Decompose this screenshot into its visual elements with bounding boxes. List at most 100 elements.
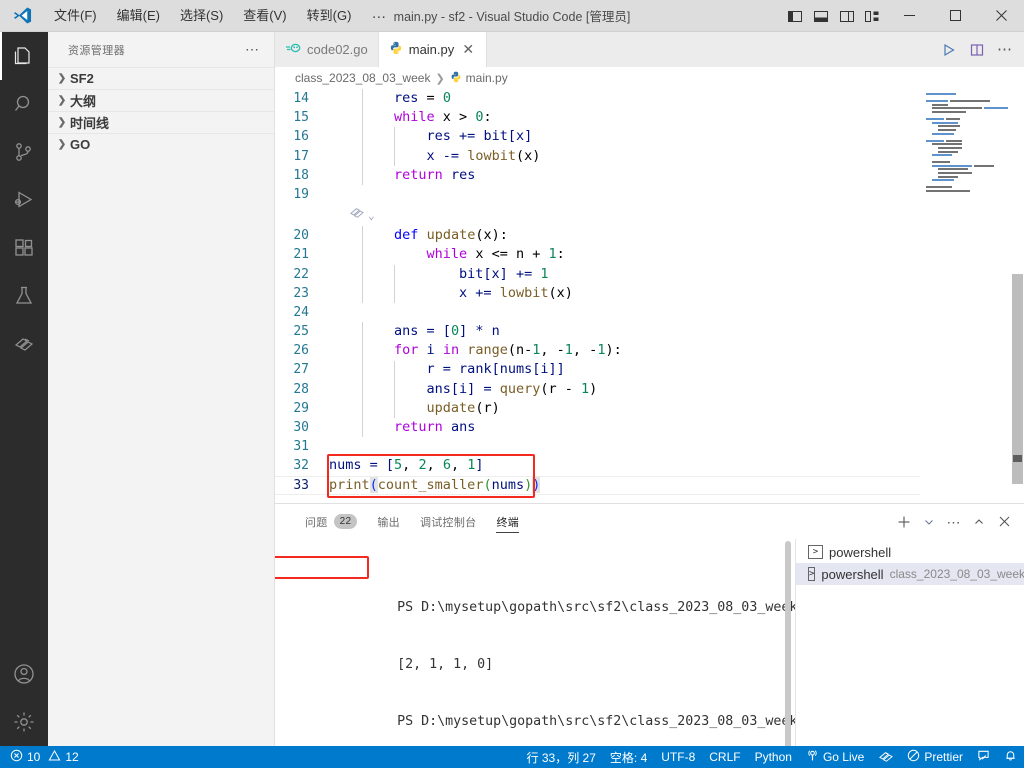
line-number: 22 (293, 266, 309, 282)
code-editor[interactable]: 14 res = 0 15 while x > 0: 16 res += bit[x… (275, 89, 1024, 503)
activitybar-extensions[interactable] (0, 224, 48, 272)
tab-close-icon[interactable]: ✕ (460, 41, 476, 58)
minimap-line (926, 186, 1006, 189)
line-number: 21 (293, 247, 309, 263)
code-line: 15 while x > 0: (275, 108, 920, 127)
tab-debug-console[interactable]: 调试控制台 (410, 504, 487, 539)
codelens-run-test[interactable]: ⌄ (275, 204, 920, 226)
run-python-file-icon[interactable] (936, 35, 962, 65)
breadcrumb: class_2023_08_03_week ❯ main.py (275, 67, 1024, 89)
breadcrumb-folder[interactable]: class_2023_08_03_week (295, 71, 430, 85)
terminal-instance-2[interactable]: > powershell class_2023_08_03_week (796, 563, 1024, 585)
tab-main-py[interactable]: main.py ✕ (378, 32, 488, 67)
menu-file-label: 文件(F) (54, 7, 97, 23)
tab-output[interactable]: 输出 (367, 504, 410, 539)
status-eol[interactable]: CRLF (702, 746, 747, 768)
explorer-more-actions-icon[interactable]: ⋯ (239, 41, 266, 58)
toggle-primary-sidebar-icon[interactable] (782, 0, 808, 32)
menu-selection[interactable]: 选择(S) (170, 0, 233, 32)
status-encoding[interactable]: UTF-8 (654, 746, 702, 768)
code-line: 23 x += lowbit(x) (275, 284, 920, 303)
status-notifications[interactable] (997, 746, 1024, 768)
breadcrumb-file[interactable]: main.py (450, 71, 508, 85)
code-text: def update(x): (394, 227, 508, 244)
menu-go-label: 转到(G) (306, 7, 352, 23)
tab-terminal-label: 终端 (496, 516, 520, 529)
tab-output-label: 输出 (377, 516, 400, 529)
activitybar-testing[interactable] (0, 272, 48, 320)
minimap-line (926, 107, 1008, 110)
close-panel-icon[interactable] (992, 509, 1016, 535)
activitybar-explorer[interactable] (0, 32, 48, 80)
code-line: 24 (275, 303, 920, 322)
activitybar-go-extension[interactable] (0, 320, 48, 368)
sidebar-item-outline[interactable]: ❯ 大纲 (48, 89, 274, 111)
sidebar-item-label: GO (70, 137, 91, 152)
sidebar-item-label: 时间线 (70, 116, 110, 131)
code-text: return res (394, 166, 476, 183)
status-go-live[interactable]: Go Live (799, 746, 871, 768)
new-terminal-icon[interactable] (892, 509, 916, 535)
editor-scrollbar[interactable] (1010, 89, 1024, 503)
error-icon (10, 749, 23, 765)
sidebar-item-sf2[interactable]: ❯ SF2 (48, 67, 274, 89)
terminal-scrollbar[interactable] (785, 541, 791, 746)
activitybar-source-control[interactable] (0, 128, 48, 176)
tab-code02-go[interactable]: code02.go (275, 32, 379, 67)
terminal-dropdown-icon[interactable] (917, 509, 941, 535)
status-cursor-position[interactable]: 行 33，列 27 (520, 746, 603, 768)
status-indentation[interactable]: 空格: 4 (603, 746, 654, 768)
minimap-line (926, 183, 1006, 185)
code-text: ans = [0] * n (394, 323, 500, 340)
close-button[interactable] (978, 0, 1024, 32)
menu-edit[interactable]: 编辑(E) (107, 0, 170, 32)
terminal-instance-1[interactable]: > powershell (796, 541, 1024, 563)
sidebar-item-timeline[interactable]: ❯ 时间线 (48, 111, 274, 133)
chevron-down-icon[interactable]: ⌄ (368, 206, 375, 225)
editor-tabs: code02.go main.py ✕ ⋯ (275, 32, 1024, 67)
terminal-output[interactable]: PS D:\mysetup\gopath\src\sf2\class_2023_… (275, 539, 795, 746)
run-test-icon[interactable] (349, 205, 364, 225)
status-language-mode[interactable]: Python (748, 746, 799, 768)
code-lines: 14 res = 0 15 while x > 0: 16 res += bit[x… (275, 89, 920, 495)
error-count: 10 (27, 750, 41, 764)
minimap-line (926, 161, 1006, 164)
status-prettier[interactable]: Prettier (900, 746, 970, 768)
status-feedback[interactable] (970, 746, 997, 768)
activitybar-search[interactable] (0, 80, 48, 128)
code-text: r = rank[nums[i]] (426, 361, 565, 378)
panel-more-actions-icon[interactable]: ⋯ (942, 509, 966, 535)
maximize-panel-icon[interactable] (967, 509, 991, 535)
status-prettier-label: Prettier (924, 750, 963, 764)
activitybar-settings[interactable] (0, 698, 48, 746)
minimap[interactable] (920, 89, 1024, 503)
tab-problems[interactable]: 问题 22 (295, 504, 367, 539)
terminal-command-line: PS D:\mysetup\gopath\src\sf2\class_2023_… (285, 579, 795, 615)
chevron-right-icon: ❯ (57, 117, 67, 128)
sidebar-item-go[interactable]: ❯ GO (48, 133, 274, 155)
minimize-button[interactable] (886, 0, 932, 32)
toggle-secondary-sidebar-icon[interactable] (834, 0, 860, 32)
code-text: res = 0 (394, 90, 451, 106)
activitybar-accounts[interactable] (0, 650, 48, 698)
scrollbar-thumb[interactable] (1012, 274, 1023, 484)
maximize-button[interactable] (932, 0, 978, 32)
toggle-panel-icon[interactable] (808, 0, 834, 32)
tab-terminal[interactable]: 终端 (486, 504, 529, 539)
more-editor-actions-icon[interactable]: ⋯ (992, 35, 1018, 65)
menu-overflow-icon[interactable]: … (361, 0, 397, 32)
customize-layout-icon[interactable] (860, 0, 886, 32)
status-go-extension[interactable] (871, 746, 900, 768)
minimap-line (926, 146, 1006, 149)
breadcrumb-file-label: main.py (465, 71, 508, 85)
menu-bar: 文件(F) 编辑(E) 选择(S) 查看(V) 转到(G) … (44, 0, 397, 32)
split-editor-right-icon[interactable] (964, 35, 990, 65)
menu-go[interactable]: 转到(G) (297, 0, 362, 32)
status-bar: 10 12 行 33，列 27 空格: 4 UTF-8 CRLF Python … (0, 746, 1024, 768)
menu-view[interactable]: 查看(V) (233, 0, 296, 32)
activitybar-run-and-debug[interactable] (0, 176, 48, 224)
terminal-prompt-line: PS D:\mysetup\gopath\src\sf2\class_2023_… (285, 693, 795, 729)
status-problems[interactable]: 10 12 (3, 746, 86, 768)
terminal-instance-label: powershell (821, 566, 884, 582)
menu-file[interactable]: 文件(F) (44, 0, 107, 32)
